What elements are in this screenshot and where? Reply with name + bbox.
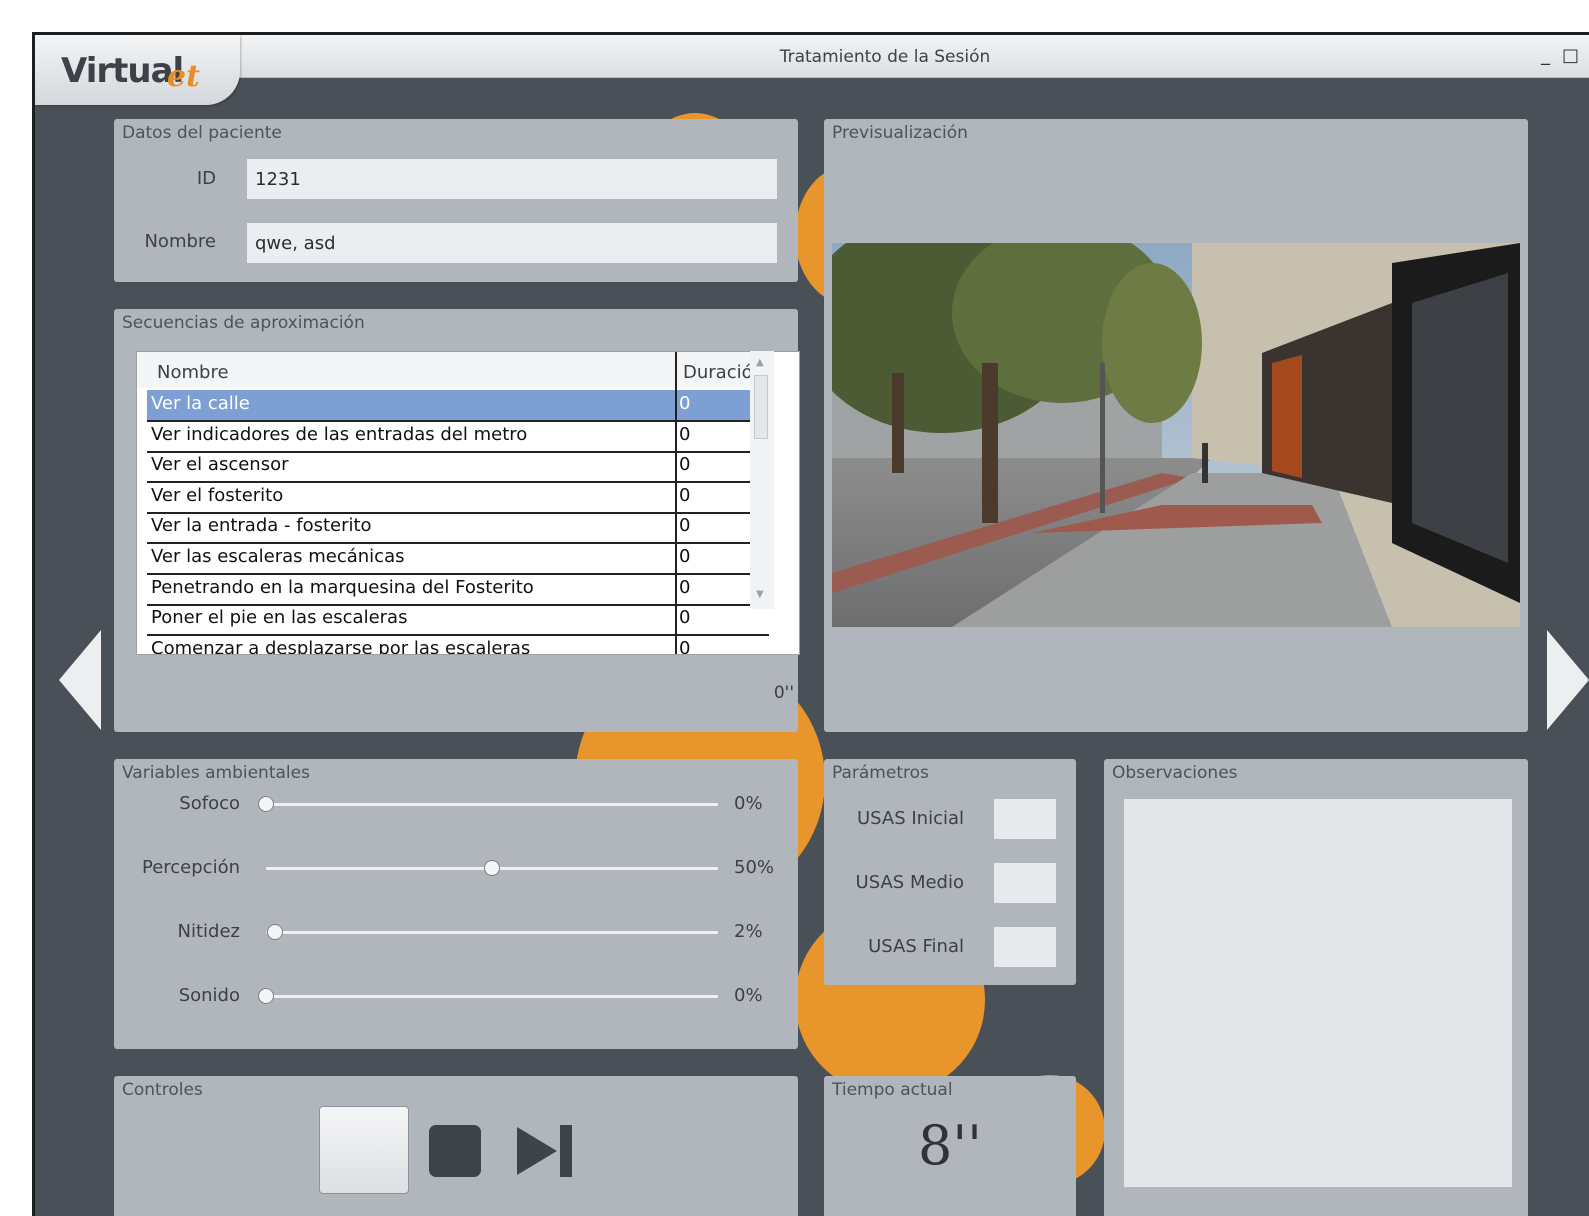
observations-panel: Observaciones [1104, 759, 1528, 1216]
column-divider [675, 352, 677, 654]
stop-icon[interactable] [429, 1125, 481, 1177]
scroll-up-icon[interactable]: ▲ [756, 357, 764, 368]
cell-name: Ver el ascensor [151, 454, 289, 476]
id-field[interactable] [247, 159, 777, 199]
panel-title: Datos del paciente [122, 123, 282, 143]
cell-name: Poner el pie en las escaleras [151, 607, 408, 629]
panel-title: Parámetros [832, 763, 929, 783]
chevron-right-icon[interactable] [1547, 630, 1589, 730]
slider-value: 0% [734, 793, 763, 814]
panel-title: Secuencias de aproximación [122, 313, 365, 333]
usas-field[interactable] [994, 927, 1056, 967]
cell-name: Ver las escaleras mecánicas [151, 546, 405, 567]
logo-text: Virtual [61, 51, 184, 91]
panel-title: Previsualización [832, 123, 968, 143]
column-header-name[interactable]: Nombre [157, 362, 229, 383]
controls-panel: Controles [114, 1076, 798, 1216]
window-title: Tratamiento de la Sesión [779, 47, 991, 67]
cell-duration: 0 [679, 515, 691, 537]
cell-duration: 0 [679, 393, 691, 414]
slider-label: Percepción [141, 857, 240, 878]
window-controls: _ □ [1541, 47, 1579, 65]
time-panel: Tiempo actual 8'' [824, 1076, 1076, 1216]
app-window: Tratamiento de la Sesión _ □ Virtual et … [32, 32, 1589, 1216]
skip-next-bar [560, 1125, 572, 1177]
cell-duration: 0 [679, 546, 691, 567]
name-field[interactable] [247, 223, 777, 263]
panel-title: Controles [122, 1080, 203, 1100]
slider-track[interactable] [266, 995, 718, 998]
current-time: 8'' [917, 1114, 983, 1177]
usas-field[interactable] [994, 799, 1056, 839]
cell-name: Ver el fosterito [151, 484, 284, 506]
observations-field[interactable] [1124, 799, 1512, 1187]
slider-handle[interactable] [258, 796, 274, 812]
logo: Virtual et [35, 35, 240, 105]
slider-value: 0% [734, 985, 763, 1006]
usas-field[interactable] [994, 863, 1056, 903]
skip-next-triangle [517, 1127, 557, 1175]
slider-label: Sonido [178, 985, 240, 1006]
logo-sub: et [167, 59, 200, 94]
patient-panel: Datos del paciente ID Nombre [114, 119, 798, 282]
cell-name: Ver la entrada - fosterito [151, 515, 372, 537]
slider-track[interactable] [266, 931, 718, 934]
cell-duration: 0 [679, 607, 691, 629]
cell-name: Penetrando en la marquesina del Fosterit… [151, 576, 534, 598]
table-scrollbar[interactable]: ▲ ▼ [750, 351, 774, 609]
preview-panel: Previsualización [824, 119, 1528, 732]
panel-title: Variables ambientales [122, 763, 310, 783]
usas-label: USAS Medio [855, 872, 964, 893]
minimize-button[interactable]: _ [1541, 47, 1550, 65]
title-bar: Tratamiento de la Sesión _ □ [35, 35, 1589, 78]
cell-duration: 0 [679, 454, 691, 476]
slider-handle[interactable] [484, 860, 500, 876]
parameters-panel: Parámetros USAS Inicial USAS Medio USAS Fi… [824, 759, 1076, 985]
slider-label: Sofoco [179, 793, 240, 814]
environment-panel: Variables ambientales Sofoco 0% Percepción… [114, 759, 798, 1049]
total-duration: 0'' [773, 683, 794, 703]
slider-track[interactable] [266, 803, 718, 806]
slider-handle[interactable] [267, 924, 284, 940]
usas-label: USAS Inicial [856, 808, 964, 829]
cell-name: Ver la calle [151, 393, 250, 414]
slider-value: 50% [734, 857, 775, 878]
scroll-down-icon[interactable]: ▼ [756, 589, 764, 600]
chevron-left-icon[interactable] [59, 630, 101, 730]
sequences-table: Nombre Duración Ver la calle 0 Ver indicad… [136, 351, 800, 655]
play-button[interactable] [319, 1106, 409, 1194]
usas-label: USAS Final [868, 936, 964, 957]
panel-title: Observaciones [1112, 763, 1238, 783]
cell-name: Comenzar a desplazarse por las escaleras [151, 637, 531, 655]
maximize-button[interactable]: □ [1562, 47, 1579, 65]
scroll-thumb[interactable] [754, 375, 768, 439]
cell-duration: 0 [679, 423, 691, 445]
name-label: Nombre [144, 231, 216, 252]
cell-duration: 0 [679, 484, 691, 506]
slider-label: Nitidez [177, 921, 240, 942]
table-header: Nombre Duración [137, 352, 773, 388]
slider-handle[interactable] [258, 988, 274, 1004]
cell-duration: 0 [679, 637, 691, 655]
street-preview-image [832, 243, 1520, 627]
skip-next-icon[interactable] [517, 1125, 575, 1177]
slider-value: 2% [734, 921, 763, 942]
id-label: ID [196, 168, 216, 189]
sequences-panel: Secuencias de aproximación Nombre Duraci… [114, 309, 800, 732]
cell-name: Ver indicadores de las entradas del metr… [151, 423, 528, 445]
panel-title: Tiempo actual [832, 1080, 953, 1100]
cell-duration: 0 [679, 576, 691, 598]
